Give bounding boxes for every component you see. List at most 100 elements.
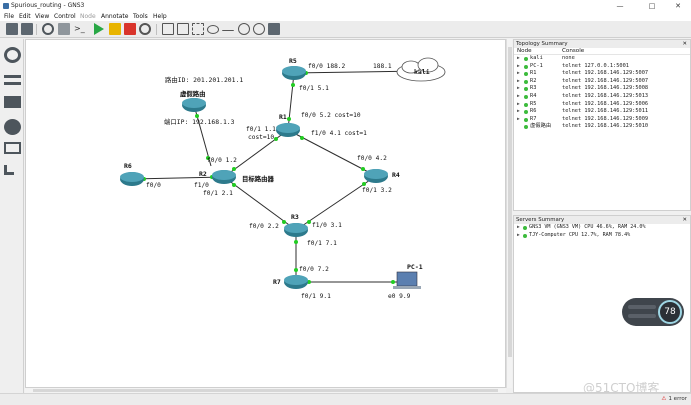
draw-line-icon[interactable] xyxy=(222,23,234,31)
list-item[interactable]: ▶ R1 telnet 192.168.146.129:5007 xyxy=(514,70,690,78)
list-item[interactable]: ▶ TJY-Computer CPU 12.7%, RAM 78.4% xyxy=(514,232,690,240)
title-bar: Spurious_routing - GNS3 — □ ✕ xyxy=(0,0,691,12)
all-devices-icon[interactable] xyxy=(4,142,21,154)
node-label-r7[interactable]: R7 xyxy=(273,278,281,286)
topology-summary-list: ▶ kali none ▶ PC-1 telnet 127.0.0.1:5001 ▶ R1… xyxy=(514,55,690,131)
node-label-kali[interactable]: kali xyxy=(414,68,430,76)
list-item[interactable]: ▶ kali none xyxy=(514,55,690,63)
close-panel-icon[interactable]: ✕ xyxy=(682,216,687,224)
menu-view[interactable]: View xyxy=(35,12,49,21)
router-r2-icon xyxy=(212,170,236,184)
maximize-button[interactable]: □ xyxy=(640,0,664,12)
router-r3-icon xyxy=(284,223,308,237)
node-label-pc1[interactable]: PC-1 xyxy=(407,263,423,271)
port-label: f0/0 5.2 cost=10 xyxy=(301,112,361,119)
status-bar: ⚠ 1 error xyxy=(0,393,691,405)
port-label: f0/1 9.1 xyxy=(301,293,331,300)
list-item[interactable]: 虚假路由 telnet 192.168.146.129:5010 xyxy=(514,123,690,131)
stop-all-icon[interactable] xyxy=(124,23,136,35)
port-label: f0/0 2.2 xyxy=(249,223,279,230)
status-dot-icon xyxy=(524,102,528,107)
reload-all-icon[interactable] xyxy=(139,23,151,35)
node-label-r5[interactable]: R5 xyxy=(289,57,297,65)
node-label-r3[interactable]: R3 xyxy=(291,213,299,221)
note-router-id[interactable]: 路由ID: 201.201.201.1 xyxy=(165,75,243,84)
resource-gauge-widget[interactable]: 78 xyxy=(622,298,684,326)
node-label-r2[interactable]: R2 xyxy=(199,170,207,178)
menu-file[interactable]: File xyxy=(4,12,14,21)
security-devices-icon[interactable] xyxy=(4,119,21,135)
add-note-icon[interactable] xyxy=(162,23,174,35)
zoom-in-icon[interactable] xyxy=(238,23,250,35)
close-button[interactable]: ✕ xyxy=(666,0,690,12)
port-label: f0/0 xyxy=(146,182,161,189)
canvas-vertical-scrollbar[interactable] xyxy=(506,39,512,388)
menu-node[interactable]: Node xyxy=(80,12,96,21)
menu-tools[interactable]: Tools xyxy=(133,12,148,21)
list-item[interactable]: ▶ R4 telnet 192.168.146.129:5013 xyxy=(514,93,690,101)
port-label: f0/1 7.1 xyxy=(307,240,337,247)
suspend-all-icon[interactable] xyxy=(109,23,121,35)
insert-picture-icon[interactable] xyxy=(177,23,189,35)
menu-edit[interactable]: Edit xyxy=(19,12,31,21)
start-all-icon[interactable] xyxy=(94,23,104,35)
error-indicator[interactable]: ⚠ 1 error xyxy=(662,396,688,402)
close-panel-icon[interactable]: ✕ xyxy=(682,40,687,48)
menu-annotate[interactable]: Annotate xyxy=(101,12,128,21)
router-virtual-icon xyxy=(182,98,206,112)
col-console[interactable]: Console xyxy=(562,48,584,55)
port-label: f1/0 xyxy=(194,182,209,189)
list-item[interactable]: ▶ R2 telnet 192.168.146.129:5007 xyxy=(514,78,690,86)
end-devices-icon[interactable] xyxy=(4,96,21,108)
status-dot-icon xyxy=(524,110,528,115)
open-folder-icon[interactable] xyxy=(6,23,18,35)
port-label: f0/0 4.2 xyxy=(357,155,387,162)
routers-icon[interactable] xyxy=(4,47,21,63)
col-node[interactable]: Node xyxy=(517,48,532,55)
menu-control[interactable]: Control xyxy=(54,12,76,21)
note-virtual-router[interactable]: 虚假路由 xyxy=(180,89,206,98)
menu-bar: File Edit View Control Node Annotate Too… xyxy=(0,12,691,21)
open-project-icon[interactable] xyxy=(21,23,33,35)
topology-canvas[interactable]: 路由ID: 201.201.201.1 虚假路由 端口IP: 192.168.1… xyxy=(25,39,506,388)
list-item[interactable]: ▶ PC-1 telnet 127.0.0.1:5001 xyxy=(514,63,690,71)
note-port-ip[interactable]: 端口IP: 192.168.1.3 xyxy=(164,117,235,126)
menu-help[interactable]: Help xyxy=(153,12,167,21)
note-target-router[interactable]: 目标路由器 xyxy=(242,174,274,183)
port-label: f0/1 2.1 xyxy=(203,190,233,197)
topology-links xyxy=(120,57,446,289)
node-label-r4[interactable]: R4 xyxy=(392,171,400,179)
port-label: e0 9.9 xyxy=(388,293,411,300)
minimize-button[interactable]: — xyxy=(608,0,632,12)
router-r4-icon xyxy=(364,169,388,183)
window-title: Spurious_routing - GNS3 xyxy=(11,2,85,9)
list-item[interactable]: ▶ R5 telnet 192.168.146.129:5006 xyxy=(514,101,690,109)
warning-icon: ⚠ xyxy=(661,396,667,402)
status-dot-icon xyxy=(523,233,527,238)
error-count: 1 error xyxy=(668,396,687,402)
draw-ellipse-icon[interactable] xyxy=(207,25,219,34)
port-label: f0/0 188.2 xyxy=(308,63,346,70)
list-item[interactable]: ▶ R6 telnet 192.168.146.129:5011 xyxy=(514,108,690,116)
gauge-bar xyxy=(628,314,656,318)
status-dot-icon xyxy=(524,94,528,99)
node-label-r1[interactable]: R1 xyxy=(279,113,287,121)
port-label: f0/1 1.1 xyxy=(246,126,276,133)
add-link-icon[interactable] xyxy=(4,165,14,175)
history-icon[interactable] xyxy=(42,23,54,35)
list-item[interactable]: ▶ GNS3 VM (GNS3 VM) CPU 46.6%, RAM 24.0% xyxy=(514,224,690,232)
status-dot-icon xyxy=(524,79,528,84)
node-label-r6[interactable]: R6 xyxy=(124,162,132,170)
switches-icon[interactable] xyxy=(4,75,21,85)
draw-rectangle-icon[interactable] xyxy=(192,23,204,35)
port-label: f1/0 4.1 cost=1 xyxy=(311,130,367,137)
list-item[interactable]: ▶ R3 telnet 192.168.146.129:5008 xyxy=(514,85,690,93)
status-dot-icon xyxy=(524,87,528,92)
link-r5-r1 xyxy=(287,72,295,131)
snapshot-icon[interactable] xyxy=(58,23,70,35)
zoom-out-icon[interactable] xyxy=(253,23,265,35)
console-icon[interactable]: >_ xyxy=(74,23,86,35)
status-dot-icon xyxy=(524,125,528,130)
screenshot-icon[interactable] xyxy=(268,23,280,35)
router-r1-icon xyxy=(276,123,300,137)
